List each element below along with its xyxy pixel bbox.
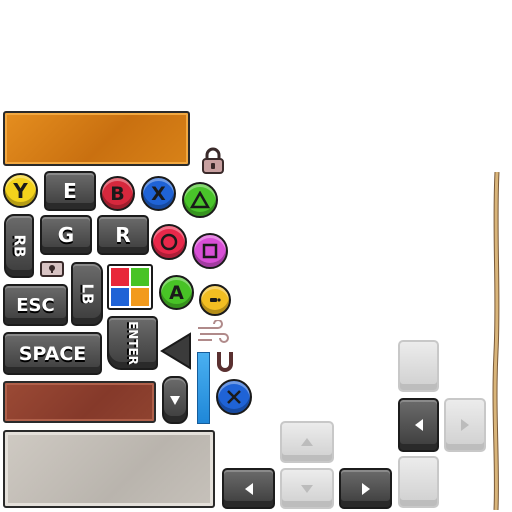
arrow-down-small-icon [301,484,313,493]
e-key[interactable]: E [44,171,96,211]
gamepad-grid-icon [107,264,153,310]
vertical-key-right-disabled[interactable] [444,398,486,452]
arrow-down-icon [170,396,180,405]
blue-bar [197,352,210,424]
exclamation-icon [199,284,231,316]
space-key[interactable]: SPACE [3,332,102,375]
g-key[interactable]: G [40,215,92,255]
circle-icon [160,233,178,251]
esc-key[interactable]: ESC [3,284,68,326]
ps-circle-button[interactable] [151,224,187,260]
orange-plank [3,111,190,166]
down-arrow-key[interactable] [162,376,188,424]
magnet-icon [215,350,235,374]
vertical-key-bottom-disabled[interactable] [398,456,439,508]
rb-label: RB [9,234,28,258]
vertical-key-top-disabled[interactable] [398,340,439,392]
rope [490,172,502,510]
arrow-right-vertical-icon [461,419,469,431]
x-button[interactable]: X [141,176,176,211]
square-icon [202,243,218,259]
enter-key[interactable]: ENTER [107,316,158,370]
ps-triangle-button[interactable] [182,182,218,218]
arrow-up-icon [301,438,313,446]
lb-bumper[interactable]: LB [71,262,103,326]
enter-label: ENTER [125,321,140,365]
small-lock-icon [40,261,64,277]
a-button[interactable]: A [159,275,194,310]
arrow-left-small-icon [244,482,253,495]
b-button[interactable]: B [100,176,135,211]
left-arrow-key[interactable] [222,468,275,509]
cross-icon [227,390,241,404]
stone-plank [3,430,215,508]
rb-bumper[interactable]: RB [4,214,34,278]
arrow-right-small-icon [361,482,370,495]
wind-icon [196,320,232,346]
arrow-left-icon [160,332,192,370]
r-key[interactable]: R [97,215,149,255]
ps-square-button[interactable] [192,233,228,269]
up-arrow-key-disabled[interactable] [280,421,334,463]
lock-icon [200,147,226,175]
triangle-icon [190,191,210,209]
vertical-key-left[interactable] [398,398,439,452]
arrow-left-vertical-icon [414,419,423,431]
down-arrow-key-disabled[interactable] [280,468,334,509]
y-button[interactable]: Y [3,173,38,208]
right-arrow-key[interactable] [339,468,392,509]
ps-cross-button[interactable] [216,379,252,415]
brown-plank [3,381,156,423]
lb-label: LB [78,283,96,305]
